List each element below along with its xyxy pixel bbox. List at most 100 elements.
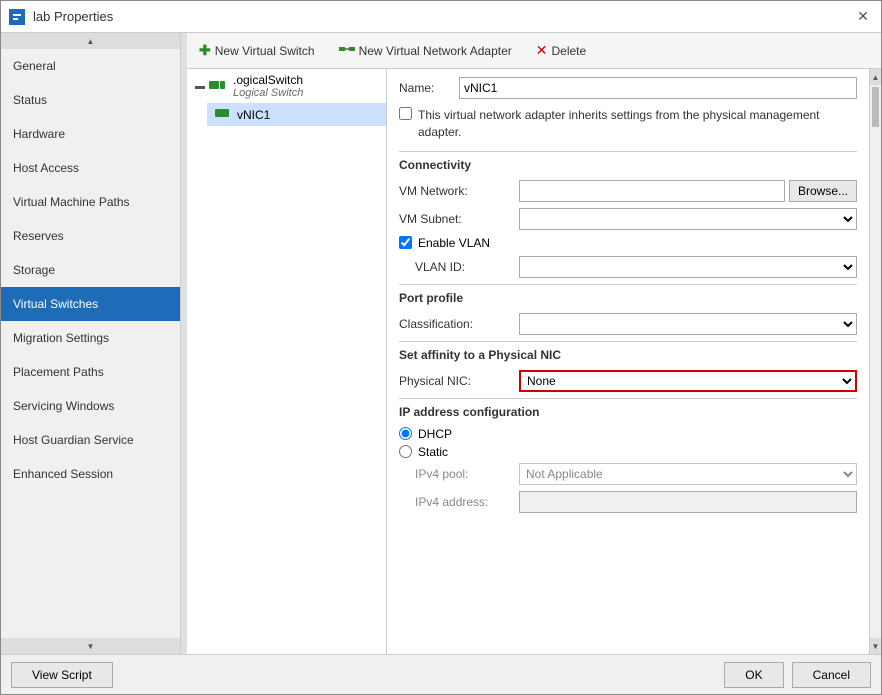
sidebar-items: General Status Hardware Host Access Virt… — [1, 49, 180, 638]
sidebar-item-virtual-switches[interactable]: Virtual Switches — [1, 287, 180, 321]
logical-switch-item[interactable]: ▬ .ogicalSwitch Logical Switch — [187, 69, 386, 103]
physical-nic-row: Physical NIC: None — [399, 370, 857, 392]
dhcp-label: DHCP — [418, 427, 452, 441]
sidebar-scroll-up[interactable]: ▲ — [1, 33, 180, 49]
scroll-track — [870, 85, 881, 638]
separator-1 — [399, 151, 857, 152]
sidebar-item-vm-paths[interactable]: Virtual Machine Paths — [1, 185, 180, 219]
name-row: Name: — [399, 77, 857, 99]
window-title: lab Properties — [33, 9, 113, 24]
classification-row: Classification: — [399, 313, 857, 335]
physical-nic-header: Set affinity to a Physical NIC — [399, 348, 857, 362]
close-button[interactable]: ✕ — [853, 7, 873, 27]
sidebar-item-reserves[interactable]: Reserves — [1, 219, 180, 253]
vlan-id-row: VLAN ID: — [399, 256, 857, 278]
sidebar-item-status[interactable]: Status — [1, 83, 180, 117]
enable-vlan-label: Enable VLAN — [418, 236, 490, 250]
vm-subnet-select[interactable] — [519, 208, 857, 230]
vnic1-label: vNIC1 — [237, 108, 270, 122]
properties-window: lab Properties ✕ ▲ General Status Hardwa… — [0, 0, 882, 695]
sidebar-item-general[interactable]: General — [1, 49, 180, 83]
sidebar-item-host-access[interactable]: Host Access — [1, 151, 180, 185]
tree-panel: ▬ .ogicalSwitch Logical Switch — [187, 69, 387, 654]
ipv4-address-row: IPv4 address: — [399, 491, 857, 513]
sidebar-item-migration[interactable]: Migration Settings — [1, 321, 180, 355]
port-profile-header: Port profile — [399, 291, 857, 305]
ipv4-pool-label: IPv4 pool: — [399, 467, 519, 481]
footer-right: OK Cancel — [724, 662, 871, 688]
browse-button[interactable]: Browse... — [789, 180, 857, 202]
connectivity-header: Connectivity — [399, 158, 857, 172]
logical-switch-icon — [209, 79, 225, 94]
sidebar: ▲ General Status Hardware Host Access Vi… — [1, 33, 181, 654]
ipv4-address-input[interactable] — [519, 491, 857, 513]
new-network-adapter-button[interactable]: New Virtual Network Adapter — [335, 41, 516, 60]
content-area: ▲ General Status Hardware Host Access Vi… — [1, 33, 881, 654]
dhcp-radio[interactable] — [399, 427, 412, 440]
vm-network-input[interactable] — [519, 180, 785, 202]
sidebar-item-hardware[interactable]: Hardware — [1, 117, 180, 151]
logical-switch-name: .ogicalSwitch — [233, 73, 303, 87]
vm-network-row: VM Network: Browse... — [399, 180, 857, 202]
toolbar: ✚ New Virtual Switch New Virtual Network… — [187, 33, 881, 69]
sidebar-item-storage[interactable]: Storage — [1, 253, 180, 287]
delete-button[interactable]: ✕ Delete — [532, 40, 590, 61]
sidebar-item-placement[interactable]: Placement Paths — [1, 355, 180, 389]
network-icon — [339, 43, 355, 58]
dhcp-row: DHCP — [399, 427, 857, 441]
title-bar-left: lab Properties — [9, 9, 113, 25]
split-area: ▬ .ogicalSwitch Logical Switch — [187, 69, 881, 654]
view-script-button[interactable]: View Script — [11, 662, 113, 688]
cancel-button[interactable]: Cancel — [792, 662, 871, 688]
vnic1-item[interactable]: vNIC1 — [207, 103, 386, 126]
scroll-thumb[interactable] — [872, 87, 879, 127]
static-radio[interactable] — [399, 445, 412, 458]
ipv4-address-label: IPv4 address: — [399, 495, 519, 509]
enable-vlan-checkbox[interactable] — [399, 236, 412, 249]
sidebar-scroll-down[interactable]: ▼ — [1, 638, 180, 654]
separator-3 — [399, 341, 857, 342]
vm-subnet-label: VM Subnet: — [399, 212, 519, 226]
name-label: Name: — [399, 81, 459, 95]
classification-select[interactable] — [519, 313, 857, 335]
sidebar-item-enhanced-session[interactable]: Enhanced Session — [1, 457, 180, 491]
inherit-checkbox[interactable] — [399, 107, 412, 120]
new-virtual-switch-label: New Virtual Switch — [215, 44, 315, 58]
vlan-id-select[interactable] — [519, 256, 857, 278]
app-icon — [9, 9, 25, 25]
new-virtual-switch-button[interactable]: ✚ New Virtual Switch — [195, 40, 319, 61]
sidebar-item-host-guardian[interactable]: Host Guardian Service — [1, 423, 180, 457]
vm-subnet-row: VM Subnet: — [399, 208, 857, 230]
enable-vlan-row: Enable VLAN — [399, 236, 857, 250]
physical-nic-label: Physical NIC: — [399, 374, 519, 388]
static-row: Static — [399, 445, 857, 459]
title-bar: lab Properties ✕ — [1, 1, 881, 33]
physical-nic-select[interactable]: None — [519, 370, 857, 392]
ipv4-pool-row: IPv4 pool: Not Applicable — [399, 463, 857, 485]
vlan-id-label: VLAN ID: — [399, 260, 519, 274]
static-label: Static — [418, 445, 448, 459]
delete-icon: ✕ — [536, 42, 548, 59]
inherit-row: This virtual network adapter inherits se… — [399, 107, 857, 141]
properties-panel: Name: This virtual network adapter inher… — [387, 69, 869, 654]
delete-label: Delete — [551, 44, 586, 58]
vnic1-icon — [215, 107, 229, 122]
scroll-down-btn[interactable]: ▼ — [870, 638, 881, 654]
plus-icon: ✚ — [199, 42, 211, 59]
name-input[interactable] — [459, 77, 857, 99]
props-scrollbar[interactable]: ▲ ▼ — [869, 69, 881, 654]
collapse-icon: ▬ — [195, 81, 205, 92]
sidebar-item-servicing[interactable]: Servicing Windows — [1, 389, 180, 423]
separator-2 — [399, 284, 857, 285]
scroll-up-btn[interactable]: ▲ — [870, 69, 881, 85]
vm-network-label: VM Network: — [399, 184, 519, 198]
separator-4 — [399, 398, 857, 399]
ip-config-header: IP address configuration — [399, 405, 857, 419]
logical-switch-sublabel: Logical Switch — [233, 87, 303, 99]
inherit-text: This virtual network adapter inherits se… — [418, 107, 857, 141]
ok-button[interactable]: OK — [724, 662, 783, 688]
new-network-adapter-label: New Virtual Network Adapter — [359, 44, 512, 58]
classification-label: Classification: — [399, 317, 519, 331]
ipv4-pool-select[interactable]: Not Applicable — [519, 463, 857, 485]
footer: View Script OK Cancel — [1, 654, 881, 694]
